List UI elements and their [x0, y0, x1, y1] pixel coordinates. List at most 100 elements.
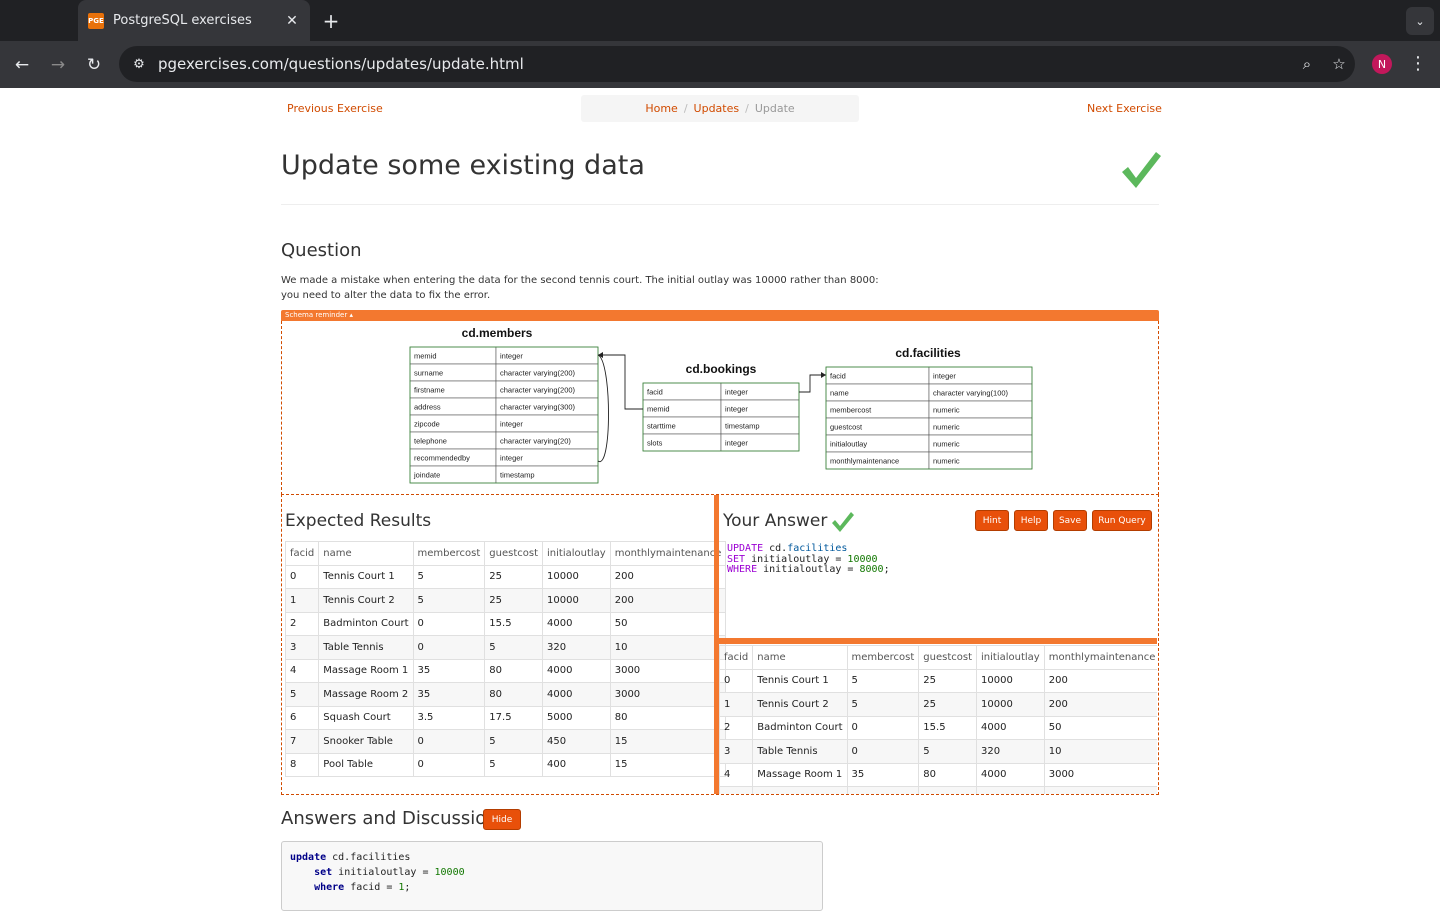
- browser-tab[interactable]: PGE PostgreSQL exercises ✕: [78, 0, 310, 41]
- back-arrow-icon[interactable]: ←: [10, 53, 34, 77]
- table-cell: 7: [284, 729, 320, 754]
- site-info-icon[interactable]: ⚙: [122, 57, 156, 72]
- table-cell: 80: [484, 658, 544, 683]
- table-cell: Table Tennis: [318, 635, 414, 660]
- table-cell: 10000: [542, 588, 611, 613]
- forward-arrow-icon[interactable]: →: [46, 53, 70, 77]
- expected-results-table: facid name membercost guestcost initialo…: [284, 541, 727, 777]
- table-cell: 3000: [609, 682, 727, 707]
- table-cell: 10000: [976, 692, 1045, 717]
- table-cell: 35: [846, 786, 920, 794]
- bookmark-star-icon[interactable]: ☆: [1323, 55, 1355, 73]
- table-cell: 1: [284, 588, 320, 613]
- schema-column-name: firstname: [414, 386, 445, 395]
- table-cell: 10000: [976, 668, 1045, 693]
- schema-column-name: memid: [414, 352, 437, 361]
- table-cell: 15: [609, 729, 727, 754]
- column-header: initialoutlay: [976, 645, 1045, 670]
- schema-reminder-toggle[interactable]: Schema reminder ▴: [281, 310, 1159, 321]
- schema-column-type: numeric: [933, 457, 960, 466]
- schema-column-type: numeric: [933, 406, 960, 415]
- table-cell: 17.5: [484, 705, 544, 730]
- schema-column-type: character varying(300): [500, 403, 576, 412]
- schema-column-type: integer: [725, 439, 748, 448]
- code-text: facid =: [344, 882, 399, 893]
- table-cell: 3000: [609, 658, 727, 683]
- table-cell: Badminton Court: [752, 715, 848, 740]
- table-cell: 10000: [542, 564, 611, 589]
- breadcrumb-updates[interactable]: Updates: [694, 102, 740, 115]
- table-cell: 200: [1043, 692, 1157, 717]
- table-cell: 4000: [976, 715, 1045, 740]
- table-row: 1 Tennis Court 2 5 25 10000 200: [284, 588, 727, 613]
- table-cell: 3000: [1043, 786, 1157, 794]
- column-header: guestcost: [484, 541, 544, 566]
- help-button[interactable]: Help: [1014, 510, 1048, 531]
- schema-diagram: cd.members memid integer surname character v…: [281, 321, 1159, 495]
- breadcrumb-separator: /: [745, 102, 749, 115]
- next-exercise-link[interactable]: Next Exercise: [1087, 102, 1162, 115]
- table-row: 2 Badminton Court 0 15.5 4000 50: [284, 611, 727, 636]
- schema-column-name: slots: [647, 439, 663, 448]
- table-cell: Massage Room 2: [318, 682, 414, 707]
- reload-icon[interactable]: ↻: [82, 53, 106, 77]
- table-cell: 5: [412, 588, 486, 613]
- table-cell: 3: [284, 635, 320, 660]
- breadcrumb-home[interactable]: Home: [645, 102, 677, 115]
- hide-button[interactable]: Hide: [483, 809, 521, 830]
- table-cell: 320: [976, 739, 1045, 764]
- table-row: 5Massage Room 2358040003000: [719, 786, 1157, 794]
- url-text[interactable]: pgexercises.com/questions/updates/update…: [156, 55, 1291, 73]
- table-cell: 35: [846, 762, 920, 787]
- table-cell: 80: [918, 786, 978, 794]
- table-cell: 4000: [542, 611, 611, 636]
- schema-column-type: timestamp: [500, 471, 535, 480]
- address-bar[interactable]: ⚙ pgexercises.com/questions/updates/upda…: [119, 46, 1355, 82]
- save-button[interactable]: Save: [1053, 510, 1087, 531]
- table-cell: 5: [918, 739, 978, 764]
- zoom-icon[interactable]: ⌕: [1291, 55, 1323, 73]
- column-header: name: [752, 645, 848, 670]
- previous-exercise-link[interactable]: Previous Exercise: [287, 102, 383, 115]
- schema-table-title: cd.bookings: [686, 362, 757, 376]
- table-cell: 5: [484, 729, 544, 754]
- table-row: 0 Tennis Court 1 5 25 10000 200: [284, 564, 727, 589]
- table-cell: Tennis Court 1: [752, 668, 848, 693]
- answers-discussion-heading: Answers and Discussion: [281, 808, 498, 829]
- code-number: 10000: [434, 867, 465, 878]
- question-heading: Question: [281, 240, 362, 261]
- profile-avatar[interactable]: N: [1372, 54, 1392, 74]
- table-cell: 4000: [976, 762, 1045, 787]
- schema-table-title: cd.members: [462, 326, 533, 340]
- tab-title: PostgreSQL exercises: [113, 13, 252, 28]
- table-cell: 0: [412, 611, 486, 636]
- schema-column-name: name: [830, 389, 849, 398]
- sql-editor[interactable]: UPDATE cd.facilities SET initialoutlay =…: [723, 542, 1156, 636]
- answer-results-scroll[interactable]: facid name membercost guestcost initialo…: [719, 645, 1157, 794]
- table-cell: Squash Court: [318, 705, 414, 730]
- table-cell: 3: [719, 739, 754, 764]
- code-keyword: where: [314, 882, 345, 893]
- table-cell: Snooker Table: [318, 729, 414, 754]
- run-query-button[interactable]: Run Query: [1092, 510, 1152, 531]
- column-header: facid: [284, 541, 320, 566]
- relation-line: [597, 354, 609, 462]
- close-icon[interactable]: ✕: [284, 13, 300, 29]
- table-cell: 3000: [1043, 762, 1157, 787]
- table-cell: 15: [609, 752, 727, 777]
- chevron-down-icon[interactable]: ⌄: [1406, 7, 1434, 35]
- table-cell: 50: [609, 611, 727, 636]
- hint-button[interactable]: Hint: [975, 510, 1009, 531]
- table-cell: Tennis Court 2: [752, 692, 848, 717]
- schema-column-name: membercost: [830, 406, 872, 415]
- table-cell: 200: [1043, 668, 1157, 693]
- sql-number: 10000: [847, 553, 878, 565]
- sql-keyword: WHERE: [727, 564, 758, 575]
- your-answer-title: Your Answer: [723, 511, 828, 531]
- more-options-icon[interactable]: ⋮: [1408, 53, 1428, 74]
- title-divider: [281, 204, 1159, 205]
- new-tab-icon[interactable]: +: [320, 9, 342, 33]
- editor-resize-bar[interactable]: [719, 638, 1157, 644]
- schema-column-name: recommendedby: [414, 454, 470, 463]
- table-cell: 35: [412, 658, 486, 683]
